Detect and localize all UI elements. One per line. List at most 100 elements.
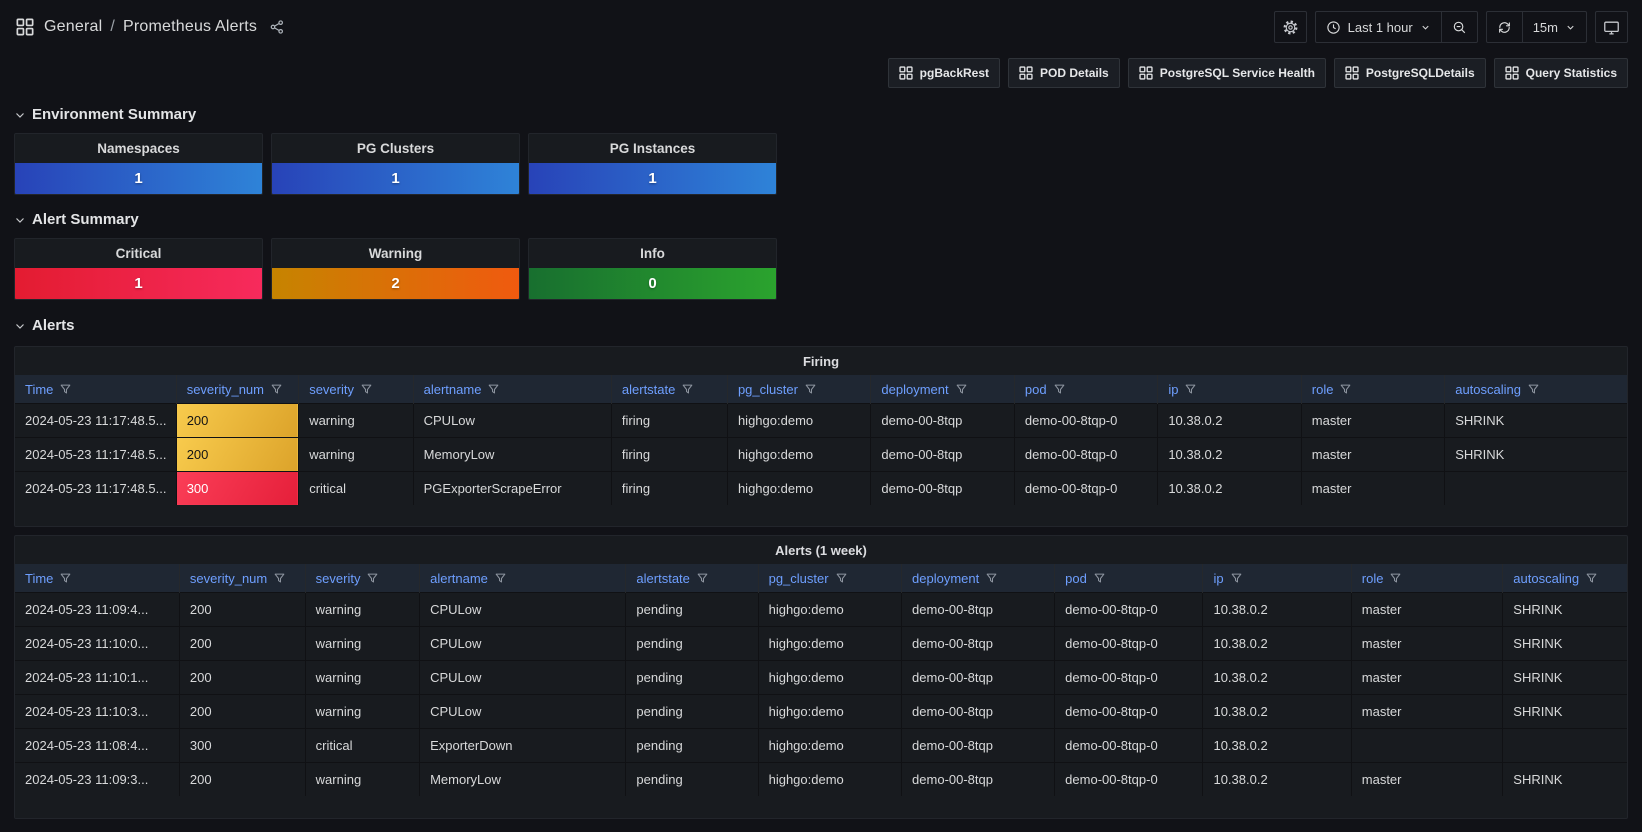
table-cell-deployment: demo-00-8tqp	[871, 471, 1014, 505]
column-header-time[interactable]: Time	[15, 564, 179, 592]
table-cell-severity_num: 200	[176, 437, 299, 471]
table-cell-deployment: demo-00-8tqp	[902, 762, 1055, 796]
dashboard-icon	[1019, 66, 1033, 80]
breadcrumb-folder[interactable]: General	[44, 18, 102, 36]
table-cell-pg_cluster: highgo:demo	[727, 403, 870, 437]
filter-icon[interactable]	[985, 570, 998, 585]
filter-icon[interactable]	[1339, 381, 1352, 396]
table-cell-autoscaling: SHRINK	[1503, 626, 1627, 660]
column-header-label: ip	[1213, 571, 1223, 586]
filter-icon[interactable]	[59, 570, 72, 585]
table-cell-deployment: demo-00-8tqp	[902, 592, 1055, 626]
filter-icon[interactable]	[696, 570, 709, 585]
section-environment-summary[interactable]: Environment Summary	[14, 106, 1642, 123]
apps-grid-icon[interactable]	[16, 18, 34, 36]
column-header-severity[interactable]: severity	[305, 564, 419, 592]
table-cell-severity: warning	[299, 403, 413, 437]
table-row: 2024-05-23 11:17:48.5...300criticalPGExp…	[15, 471, 1627, 505]
filter-icon[interactable]	[681, 381, 694, 396]
zoom-out-icon	[1452, 20, 1467, 35]
dashboard-link-postgresql-service-health[interactable]: PostgreSQL Service Health	[1128, 58, 1326, 88]
table-cell-alertstate: pending	[626, 728, 758, 762]
column-header-autoscaling[interactable]: autoscaling	[1445, 375, 1627, 403]
column-header-alertname[interactable]: alertname	[420, 564, 626, 592]
table-cell-alertname: ExporterDown	[420, 728, 626, 762]
time-range-button[interactable]: Last 1 hour	[1316, 12, 1441, 42]
table-cell-deployment: demo-00-8tqp	[902, 728, 1055, 762]
dashboard-settings-button[interactable]	[1274, 11, 1307, 43]
dashboard-link-query-statistics[interactable]: Query Statistics	[1494, 58, 1628, 88]
table-cell-severity: warning	[305, 762, 419, 796]
dashboard-link-label: POD Details	[1040, 66, 1109, 80]
filter-icon[interactable]	[1053, 381, 1066, 396]
filter-icon[interactable]	[1389, 570, 1402, 585]
alerts-week-table-panel: Alerts (1 week) Timeseverity_numseverity…	[14, 535, 1628, 819]
share-icon[interactable]	[269, 19, 285, 35]
column-header-severity_num[interactable]: severity_num	[176, 375, 299, 403]
dashboard-link-postgresqldetails[interactable]: PostgreSQLDetails	[1334, 58, 1486, 88]
breadcrumb-title[interactable]: Prometheus Alerts	[123, 18, 257, 36]
column-header-alertstate[interactable]: alertstate	[626, 564, 758, 592]
column-header-alertname[interactable]: alertname	[413, 375, 611, 403]
column-header-deployment[interactable]: deployment	[871, 375, 1014, 403]
stat-value: 1	[15, 268, 262, 299]
table-cell-ip: 10.38.0.2	[1203, 728, 1351, 762]
filter-icon[interactable]	[273, 570, 286, 585]
table-cell-alertname: CPULow	[420, 626, 626, 660]
stat-panel-pg-instances: PG Instances 1	[528, 133, 777, 195]
column-header-severity[interactable]: severity	[299, 375, 413, 403]
filter-icon[interactable]	[1093, 570, 1106, 585]
column-header-ip[interactable]: ip	[1158, 375, 1301, 403]
column-header-role[interactable]: role	[1351, 564, 1503, 592]
filter-icon[interactable]	[835, 570, 848, 585]
table-row: 2024-05-23 11:10:1...200warningCPULowpen…	[15, 660, 1627, 694]
section-alerts[interactable]: Alerts	[14, 317, 1642, 334]
top-nav: General / Prometheus Alerts	[0, 0, 1642, 54]
table-cell-pod: demo-00-8tqp-0	[1014, 471, 1157, 505]
dashboard-link-label: pgBackRest	[920, 66, 989, 80]
column-header-pod[interactable]: pod	[1055, 564, 1203, 592]
zoom-out-button[interactable]	[1441, 12, 1477, 42]
refresh-interval-button[interactable]: 15m	[1522, 12, 1586, 42]
filter-icon[interactable]	[360, 381, 373, 396]
column-header-alertstate[interactable]: alertstate	[611, 375, 727, 403]
column-header-ip[interactable]: ip	[1203, 564, 1351, 592]
table-cell-severity: warning	[305, 694, 419, 728]
table-cell-severity: warning	[305, 626, 419, 660]
filter-icon[interactable]	[1585, 570, 1598, 585]
refresh-button[interactable]	[1487, 12, 1522, 42]
dashboard-link-pod-details[interactable]: POD Details	[1008, 58, 1120, 88]
filter-icon[interactable]	[270, 381, 283, 396]
filter-icon[interactable]	[487, 381, 500, 396]
column-header-pod[interactable]: pod	[1014, 375, 1157, 403]
table-cell-severity_num: 200	[179, 660, 305, 694]
column-header-time[interactable]: Time	[15, 375, 176, 403]
table-cell-time: 2024-05-23 11:17:48.5...	[15, 437, 176, 471]
table-cell-autoscaling: SHRINK	[1503, 694, 1627, 728]
column-header-deployment[interactable]: deployment	[902, 564, 1055, 592]
stat-label: Info	[529, 239, 776, 268]
filter-icon[interactable]	[955, 381, 968, 396]
filter-icon[interactable]	[494, 570, 507, 585]
table-cell-deployment: demo-00-8tqp	[902, 626, 1055, 660]
column-header-label: autoscaling	[1513, 571, 1579, 586]
column-header-role[interactable]: role	[1301, 375, 1444, 403]
table-cell-severity_num: 200	[179, 762, 305, 796]
filter-icon[interactable]	[804, 381, 817, 396]
column-header-pg_cluster[interactable]: pg_cluster	[727, 375, 870, 403]
filter-icon[interactable]	[1184, 381, 1197, 396]
table-cell-deployment: demo-00-8tqp	[871, 437, 1014, 471]
section-alert-summary[interactable]: Alert Summary	[14, 211, 1642, 228]
column-header-severity_num[interactable]: severity_num	[179, 564, 305, 592]
dashboard-links-row: pgBackRest POD Details PostgreSQL Servic…	[14, 58, 1628, 88]
filter-icon[interactable]	[1527, 381, 1540, 396]
table-cell-pod: demo-00-8tqp-0	[1014, 437, 1157, 471]
table-cell-pod: demo-00-8tqp-0	[1055, 592, 1203, 626]
cycle-view-button[interactable]	[1595, 11, 1628, 43]
filter-icon[interactable]	[1230, 570, 1243, 585]
column-header-pg_cluster[interactable]: pg_cluster	[758, 564, 901, 592]
dashboard-link-pgbackrest[interactable]: pgBackRest	[888, 58, 1000, 88]
column-header-autoscaling[interactable]: autoscaling	[1503, 564, 1627, 592]
filter-icon[interactable]	[366, 570, 379, 585]
filter-icon[interactable]	[59, 381, 72, 396]
